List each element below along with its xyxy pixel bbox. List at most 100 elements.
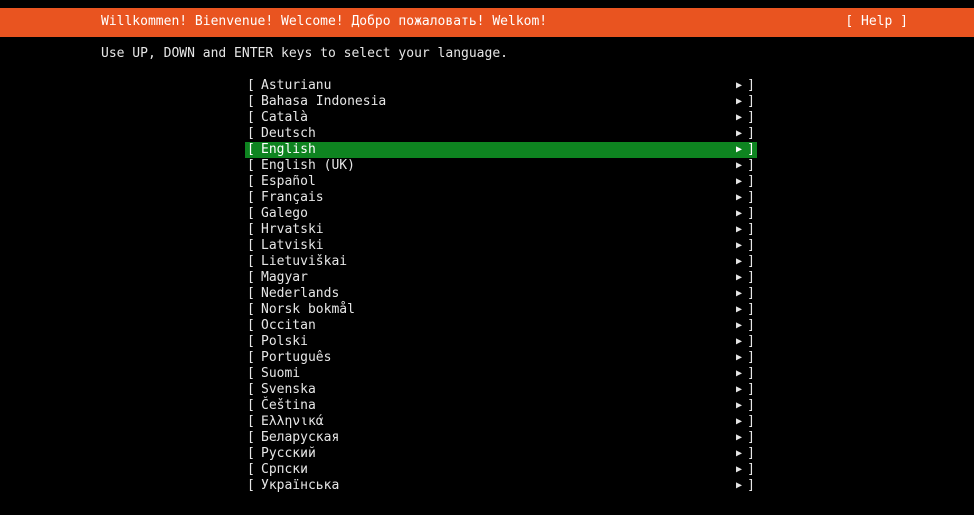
bracket-close: ]: [747, 206, 755, 221]
bracket-close: ]: [747, 238, 755, 253]
language-label: Svenska: [261, 382, 316, 397]
bracket-open: [: [247, 270, 255, 285]
bracket-close: ]: [747, 254, 755, 269]
bracket-close: ]: [747, 190, 755, 205]
bracket-open: [: [247, 238, 255, 253]
language-option[interactable]: [Deutsch ▶]: [245, 126, 757, 142]
language-label: Čeština: [261, 398, 316, 413]
bracket-open: [: [247, 334, 255, 349]
bracket-open: [: [247, 398, 255, 413]
arrow-right-icon: ▶: [735, 256, 742, 267]
arrow-right-icon: ▶: [735, 288, 742, 299]
language-list: [ Asturianu ▶] [ Bahasa Indonesia ▶] [ Català ▶]…: [245, 78, 757, 494]
language-option[interactable]: [ Galego ▶]: [245, 206, 757, 222]
bracket-close: ]: [747, 366, 755, 381]
language-label: Suomi: [261, 366, 301, 381]
language-label: Magyar: [261, 270, 308, 285]
language-option[interactable]: [Español ▶]: [245, 174, 757, 190]
language-label: Українська: [261, 478, 340, 493]
language-option[interactable]: [Nederlands ▶]: [245, 286, 757, 302]
bracket-open: [: [247, 414, 255, 429]
language-option[interactable]: [Occitan ▶]: [245, 318, 757, 334]
bracket-open: [: [247, 94, 255, 109]
arrow-right-icon: ▶: [735, 240, 742, 251]
arrow-right-icon: ▶: [735, 480, 742, 491]
bracket-open: [: [247, 382, 255, 397]
bracket-close: ]: [747, 318, 755, 333]
language-option[interactable]: [Suomi ▶]: [245, 366, 757, 382]
language-label: Hrvatski: [261, 222, 324, 237]
bracket-open: [: [247, 478, 255, 493]
bracket-open: [: [247, 206, 255, 221]
bracket-open: [: [247, 254, 255, 269]
arrow-right-icon: ▶: [735, 208, 742, 219]
arrow-right-icon: ▶: [735, 400, 742, 411]
bracket-close: ]: [747, 142, 755, 157]
bracket-open: [: [247, 110, 255, 125]
bracket-open: [: [247, 350, 255, 365]
language-label: Català: [261, 110, 308, 125]
bracket-open: [: [247, 430, 255, 445]
language-label: Español: [261, 174, 316, 189]
header-bar: Willkommen! Bienvenue! Welcome! Добро по…: [0, 8, 974, 37]
language-label: Bahasa Indonesia: [261, 94, 387, 109]
language-label: Српски: [261, 462, 308, 477]
arrow-right-icon: ▶: [735, 176, 742, 187]
language-option[interactable]: [Čeština ▶]: [245, 398, 757, 414]
bracket-open: [: [247, 318, 255, 333]
welcome-title: Willkommen! Bienvenue! Welcome! Добро по…: [101, 14, 548, 29]
help-button[interactable]: [ Help ]: [845, 14, 908, 30]
language-option[interactable]: [Norsk bokmål ▶]: [245, 302, 757, 318]
language-option[interactable]: [ Latviski ▶]: [245, 238, 757, 254]
bracket-close: ]: [747, 78, 755, 93]
language-option[interactable]: [Српски ▶]: [245, 462, 757, 478]
language-option[interactable]: [ Bahasa Indonesia ▶]: [245, 94, 757, 110]
language-label: Nederlands: [261, 286, 340, 301]
bracket-close: ]: [747, 334, 755, 349]
arrow-right-icon: ▶: [735, 272, 742, 283]
language-label: Galego: [261, 206, 308, 221]
bracket-close: ]: [747, 350, 755, 365]
language-option[interactable]: [Lietuviškai ▶]: [245, 254, 757, 270]
language-option[interactable]: [Svenska ▶]: [245, 382, 757, 398]
arrow-right-icon: ▶: [735, 96, 742, 107]
bracket-close: ]: [747, 302, 755, 317]
language-option[interactable]: [Català ▶]: [245, 110, 757, 126]
language-label: Deutsch: [261, 126, 316, 141]
bracket-open: [: [247, 190, 255, 205]
language-label: Português: [261, 350, 332, 365]
language-label: English: [261, 142, 316, 157]
bracket-close: ]: [747, 270, 755, 285]
language-option[interactable]: [English ▶]: [245, 142, 757, 158]
language-option[interactable]: [Français ▶]: [245, 190, 757, 206]
language-option[interactable]: [Hrvatski ▶]: [245, 222, 757, 238]
bracket-close: ]: [747, 158, 755, 173]
arrow-right-icon: ▶: [735, 432, 742, 443]
language-option[interactable]: [Русский ▶]: [245, 446, 757, 462]
bracket-close: ]: [747, 286, 755, 301]
bracket-close: ]: [747, 94, 755, 109]
language-label: Latviski: [261, 238, 324, 253]
language-option[interactable]: [Українська ▶]: [245, 478, 757, 494]
language-label: Asturianu: [261, 78, 332, 93]
bracket-open: [: [247, 126, 255, 141]
language-option[interactable]: [ Magyar ▶]: [245, 270, 757, 286]
language-option[interactable]: [Беларуская ▶]: [245, 430, 757, 446]
bracket-close: ]: [747, 446, 755, 461]
bracket-open: [: [247, 174, 255, 189]
language-option[interactable]: [Polski ▶]: [245, 334, 757, 350]
arrow-right-icon: ▶: [735, 384, 742, 395]
bracket-open: [: [247, 142, 255, 157]
language-option[interactable]: [Português ▶]: [245, 350, 757, 366]
bracket-close: ]: [747, 222, 755, 237]
arrow-right-icon: ▶: [735, 80, 742, 91]
bracket-open: [: [247, 78, 255, 93]
language-option[interactable]: [Ελληνικά ▶]: [245, 414, 757, 430]
bracket-close: ]: [747, 462, 755, 477]
arrow-right-icon: ▶: [735, 448, 742, 459]
arrow-right-icon: ▶: [735, 416, 742, 427]
bracket-close: ]: [747, 110, 755, 125]
bracket-open: [: [247, 222, 255, 237]
language-option[interactable]: [ Asturianu ▶]: [245, 78, 757, 94]
language-option[interactable]: [English (UK) ▶]: [245, 158, 757, 174]
